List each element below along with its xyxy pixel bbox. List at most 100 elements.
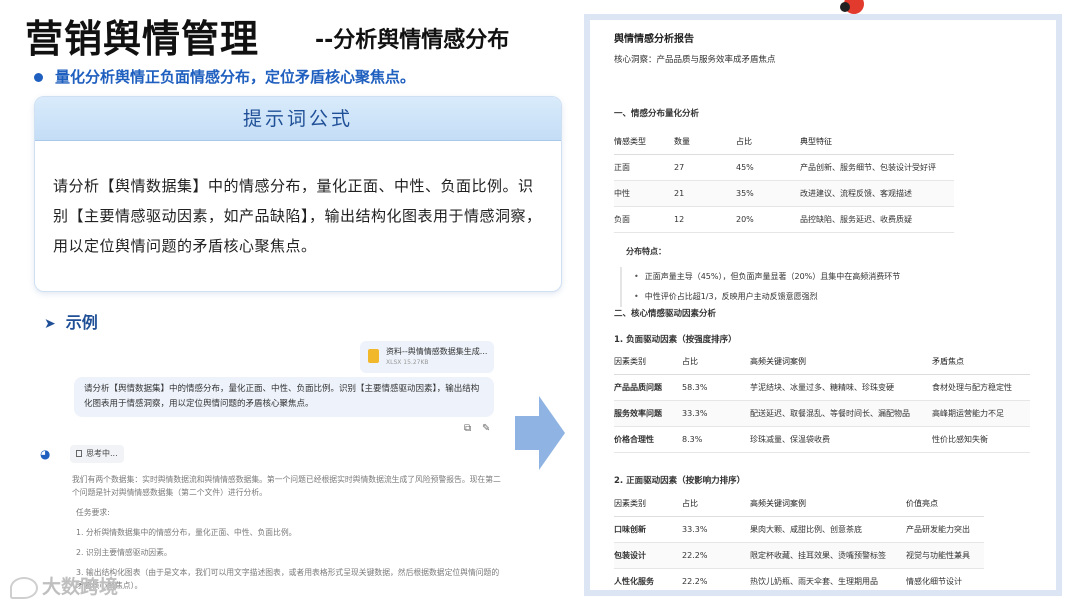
black-ball-icon [840, 2, 850, 12]
positive-drivers-table: 因素类别 占比 高频关键词案例 价值亮点 口味创新 33.3% 果肉大颗、咸甜比… [614, 492, 984, 590]
key-point: 量化分析舆情正负面情感分布，定位矛盾核心聚焦点。 [34, 66, 415, 87]
file-meta: XLSX 15.27KB [386, 359, 429, 366]
table-cell: 人性化服务 [614, 568, 682, 590]
table-cell: 高峰期运营能力不足 [932, 400, 1030, 427]
table-cell: 视觉与功能性兼具 [906, 542, 984, 569]
copy-icon[interactable]: ⧉ [464, 423, 471, 434]
bullet-dot-icon [34, 73, 43, 82]
reasoning-item: 1. 分析舆情数据集中的情感分布，量化正面、中性、负面比例。 [76, 528, 297, 537]
column-header: 因素类别 [614, 492, 682, 517]
section-heading: 二、核心情感驱动因素分析 [614, 309, 717, 319]
table-cell: 果肉大颗、咸甜比例、创意茶底 [750, 516, 906, 543]
example-heading: ➤ 示例 [44, 313, 98, 332]
reasoning-task-label: 任务要求: [76, 508, 110, 517]
table-cell: 服务效率问题 [614, 400, 682, 427]
table-cell: 食材处理与配方稳定性 [932, 374, 1030, 401]
chat-example: 资料--舆情情感数据集生成... XLSX 15.27KB 请分析【舆情数据集】… [40, 335, 510, 600]
table-cell: 改进建议、流程反馈、客观描述 [800, 180, 954, 207]
key-point-text: 量化分析舆情正负面情感分布，定位矛盾核心聚焦点。 [55, 68, 416, 86]
reasoning-paragraph: 我们有两个数据集：实时舆情数据流和舆情情感数据集。第一个问题已经根据实时舆情数据… [72, 475, 501, 497]
table-cell: 22.2% [682, 542, 750, 569]
column-header: 占比 [736, 130, 800, 155]
column-header: 占比 [682, 350, 750, 375]
table-cell: 芋泥结块、冰量过多、糖精味、珍珠变硬 [750, 374, 932, 401]
watermark-logo-icon [10, 576, 38, 599]
edit-icon[interactable]: ✎ [482, 423, 490, 434]
distribution-notes: 分布特点： 正面声量主导（45%），但负面声量显著（20%）且集中在高频消费环节… [620, 246, 1020, 307]
column-header: 情感类型 [614, 130, 674, 155]
table-row: 人性化服务 22.2% 热饮儿奶瓶、雨天伞套、生理期用品 情感化细节设计 [614, 568, 984, 590]
negative-drivers-table: 因素类别 占比 高频关键词案例 矛盾焦点 产品品质问题 58.3% 芋泥结块、冰… [614, 350, 1030, 453]
watermark: 大数跨境 [10, 572, 118, 599]
table-cell: 21 [674, 180, 736, 207]
report-insight: 核心洞察：产品品质与服务效率成矛盾焦点 [614, 55, 776, 65]
table-cell: 限定杯收藏、挂耳效果、烫嘴预警标签 [750, 542, 906, 569]
slide-subtitle: --分析舆情情感分布 [315, 28, 510, 53]
slide-title: 营销舆情管理 [25, 17, 260, 61]
table-row: 产品品质问题 58.3% 芋泥结块、冰量过多、糖精味、珍珠变硬 食材处理与配方稳… [614, 374, 1030, 401]
report-document: 舆情情感分析报告 核心洞察：产品品质与服务效率成矛盾焦点 一、情感分布量化分析 … [590, 20, 1056, 590]
table-cell: 产品研发能力突出 [906, 516, 984, 543]
formula-box: 提示词公式 请分析【舆情数据集】中的情感分布，量化正面、中性、负面比例。识别【主… [34, 96, 562, 292]
table-header-row: 因素类别 占比 高频关键词案例 价值亮点 [614, 492, 984, 517]
table-cell: 22.2% [682, 568, 750, 590]
table-row: 包装设计 22.2% 限定杯收藏、挂耳效果、烫嘴预警标签 视觉与功能性兼具 [614, 542, 984, 569]
subsection-heading: 2. 正面驱动因素（按影响力排序） [614, 476, 746, 486]
table-cell: 热饮儿奶瓶、雨天伞套、生理期用品 [750, 568, 906, 590]
table-cell: 价格合理性 [614, 426, 682, 453]
arrow-right-icon [515, 396, 565, 470]
table-cell: 配送延迟、取餐混乱、等餐时间长、漏配物品 [750, 400, 932, 427]
table-cell: 产品创新、服务细节、包装设计受好评 [800, 154, 954, 181]
table-row: 价格合理性 8.3% 珍珠减量、保温袋收费 性价比感知失衡 [614, 426, 1030, 453]
arrow-right-icon: ➤ [44, 316, 56, 332]
file-name: 资料--舆情情感数据集生成... [386, 347, 488, 356]
notes-title: 分布特点： [626, 247, 666, 256]
table-cell: 20% [736, 206, 800, 233]
thinking-icon [76, 450, 82, 457]
table-header-row: 情感类型 数量 占比 典型特征 [614, 130, 954, 155]
formula-header: 提示词公式 [35, 97, 561, 141]
table-cell: 35% [736, 180, 800, 207]
attached-file-card[interactable]: 资料--舆情情感数据集生成... XLSX 15.27KB [360, 341, 494, 373]
column-header: 高频关键词案例 [750, 350, 932, 375]
table-cell: 情感化细节设计 [906, 568, 984, 590]
table-cell: 产品品质问题 [614, 374, 682, 401]
table-row: 负面 12 20% 品控缺陷、服务延迟、收费质疑 [614, 206, 954, 233]
reasoning-item: 3. 输出结构化图表（由于是文本，我们可以用文字描述图表，或者用表格形式呈现关键… [76, 568, 500, 590]
table-row: 服务效率问题 33.3% 配送延迟、取餐混乱、等餐时间长、漏配物品 高峰期运营能… [614, 400, 1030, 427]
thinking-toggle[interactable]: 思考中... [70, 445, 124, 463]
table-header-row: 因素类别 占比 高频关键词案例 矛盾焦点 [614, 350, 1030, 375]
table-row: 中性 21 35% 改进建议、流程反馈、客观描述 [614, 180, 954, 207]
column-header: 矛盾焦点 [932, 350, 1030, 375]
table-cell: 性价比感知失衡 [932, 426, 1030, 453]
table-cell: 包装设计 [614, 542, 682, 569]
table-cell: 珍珠减量、保温袋收费 [750, 426, 932, 453]
list-item: 正面声量主导（45%），但负面声量显著（20%）且集中在高频消费环节 [634, 267, 1020, 287]
table-cell: 正面 [614, 154, 674, 181]
table-cell: 12 [674, 206, 736, 233]
list-item: 中性评价占比超1/3，反映用户主动反馈意愿强烈 [634, 287, 1020, 307]
table-cell: 品控缺陷、服务延迟、收费质疑 [800, 206, 954, 233]
table-row: 正面 27 45% 产品创新、服务细节、包装设计受好评 [614, 154, 954, 181]
subsection-heading: 1. 负面驱动因素（按强度排序） [614, 335, 737, 345]
assistant-logo-icon: ◕ [40, 447, 51, 461]
table-cell: 58.3% [682, 374, 750, 401]
user-message: 请分析【舆情数据集】中的情感分布，量化正面、中性、负面比例。识别【主要情感驱动因… [74, 377, 494, 417]
table-cell: 8.3% [682, 426, 750, 453]
sentiment-distribution-table: 情感类型 数量 占比 典型特征 正面 27 45% 产品创新、服务细节、包装设计… [614, 130, 954, 233]
table-cell: 中性 [614, 180, 674, 207]
table-cell: 负面 [614, 206, 674, 233]
reasoning-item: 2. 识别主要情感驱动因素。 [76, 548, 172, 557]
column-header: 价值亮点 [906, 492, 984, 517]
table-cell: 45% [736, 154, 800, 181]
table-cell: 口味创新 [614, 516, 682, 543]
report-screenshot: 舆情情感分析报告 核心洞察：产品品质与服务效率成矛盾焦点 一、情感分布量化分析 … [584, 14, 1062, 596]
column-header: 典型特征 [800, 130, 954, 155]
file-icon [368, 349, 379, 363]
column-header: 高频关键词案例 [750, 492, 906, 517]
report-title: 舆情情感分析报告 [614, 34, 694, 45]
assistant-reasoning: 我们有两个数据集：实时舆情数据流和舆情情感数据集。第一个问题已经根据实时舆情数据… [72, 473, 502, 592]
table-cell: 33.3% [682, 516, 750, 543]
column-header: 占比 [682, 492, 750, 517]
column-header: 数量 [674, 130, 736, 155]
